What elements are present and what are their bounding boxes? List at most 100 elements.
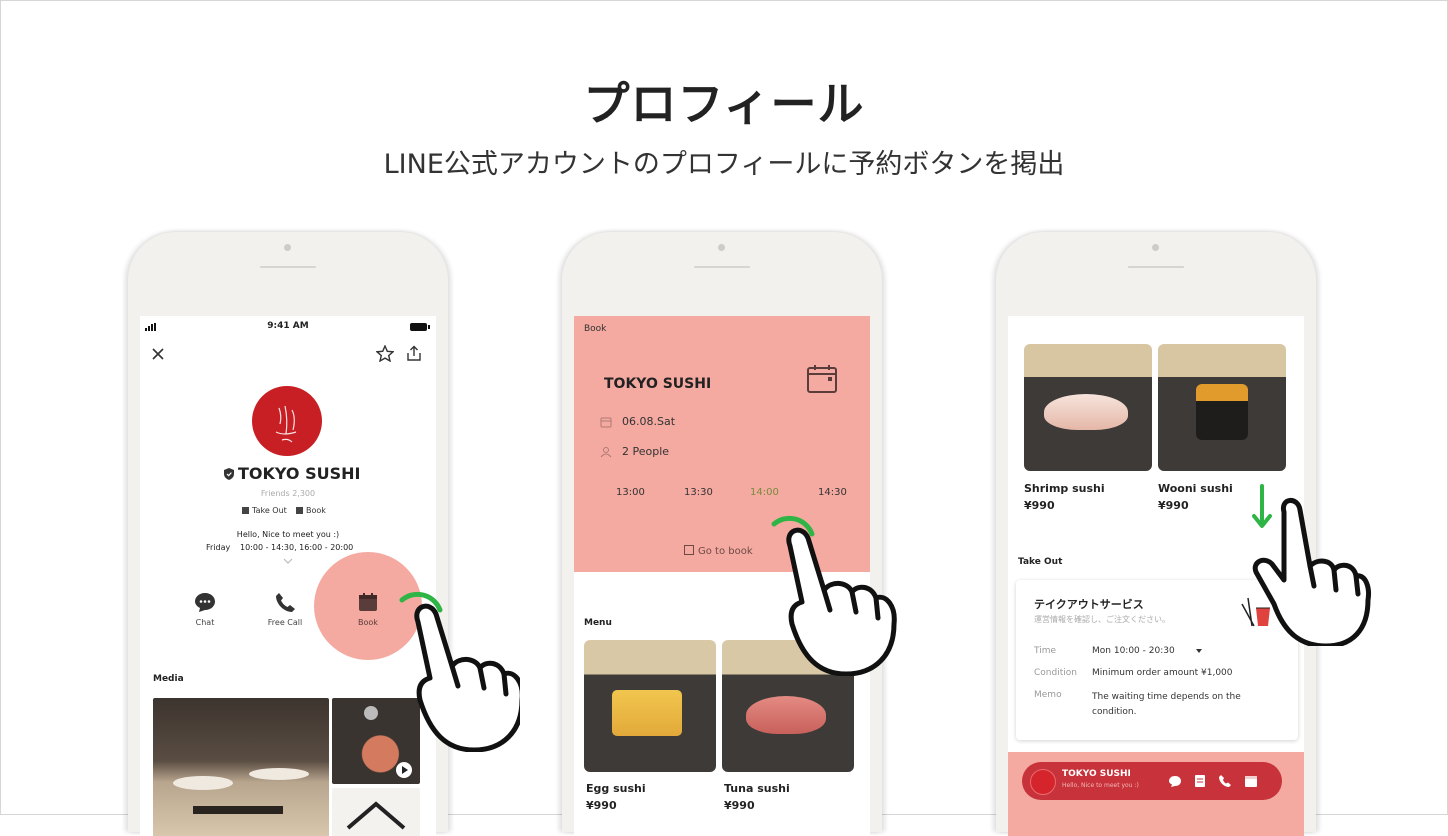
roof-logo	[346, 801, 406, 830]
row-memo-value: The waiting time depends on the conditio…	[1092, 692, 1241, 717]
book-button[interactable]: Book	[345, 592, 391, 627]
book-icon	[296, 507, 303, 514]
book-header: Book	[584, 324, 607, 334]
bar-avatar	[1030, 769, 1056, 795]
calendar-icon[interactable]	[1244, 774, 1258, 788]
egg-sushi-piece	[612, 690, 682, 736]
takeout-label: Take Out	[1018, 557, 1063, 567]
free-call-label: Free Call	[267, 618, 303, 627]
friends-count: Friends 2,300	[260, 489, 316, 498]
menu-doc-icon[interactable]	[1194, 774, 1206, 788]
tray	[193, 806, 283, 814]
menu-item-tuna-price: ¥990	[724, 799, 755, 812]
go-to-book-button[interactable]: Go to book	[684, 545, 753, 557]
phone-speaker	[260, 266, 316, 268]
calendar-large-icon	[807, 365, 837, 393]
menu-item-egg-name: Egg sushi	[586, 782, 646, 795]
plate	[173, 776, 233, 790]
row-condition-key: Condition	[1034, 668, 1077, 678]
phone-camera	[1152, 244, 1159, 251]
hours-day: Friday	[206, 543, 231, 552]
menu-item-egg-price: ¥990	[586, 799, 617, 812]
takeout-card-title: テイクアウトサービス	[1034, 598, 1144, 611]
book-label: Book	[358, 618, 378, 627]
star-icon[interactable]	[376, 345, 394, 362]
chat-icon[interactable]	[1168, 775, 1182, 787]
battery-icon	[410, 323, 430, 331]
menu-item-wooni-name: Wooni sushi	[1158, 482, 1233, 495]
time-slot-1400[interactable]: 14:00	[750, 487, 779, 498]
time-slot-1430[interactable]: 14:30	[818, 487, 847, 498]
phone-camera	[284, 244, 291, 251]
calendar-small-icon	[684, 545, 694, 555]
page-subtitle: LINE公式アカウントのプロフィールに予約ボタンを掲出	[383, 149, 1065, 180]
chat-button[interactable]: Chat	[182, 592, 228, 627]
takeout-icon	[242, 507, 249, 514]
verified-shield-icon	[224, 468, 234, 480]
row-memo-key: Memo	[1034, 690, 1062, 700]
menu-item-wooni-price: ¥990	[1158, 499, 1189, 512]
menu-item-shrimp-photo[interactable]	[1024, 344, 1152, 471]
plate	[249, 768, 309, 780]
bar-shop-name: TOKYO SUSHI	[1062, 769, 1131, 779]
phone-speaker	[694, 266, 750, 268]
book-people[interactable]: 2 People	[622, 445, 669, 458]
bottom-panel: TOKYO SUSHI Hello, Nice to meet you :)	[1008, 752, 1304, 836]
lamp	[364, 706, 378, 720]
phone-takeout: Shrimp sushi ¥990 Wooni sushi ¥990 Take …	[996, 232, 1371, 836]
shop-name: TOKYO SUSHI	[238, 464, 361, 483]
free-call-button[interactable]: Free Call	[262, 592, 308, 627]
takeout-card-subtitle: 運営情報を確認し、ご注文ください。	[1034, 615, 1170, 624]
phone-camera	[718, 244, 725, 251]
date-icon	[600, 417, 612, 428]
status-time: 9:41 AM	[267, 321, 309, 331]
swipe-hand-icon	[1252, 498, 1371, 646]
chevron-down-icon[interactable]	[283, 558, 293, 564]
row-time-key: Time	[1034, 646, 1057, 656]
tap-hand-icon	[771, 515, 897, 676]
menu-item-tuna-name: Tuna sushi	[724, 782, 790, 795]
bar-shop-sub: Hello, Nice to meet you :)	[1062, 782, 1139, 789]
avatar	[252, 386, 322, 456]
wooni-sushi-piece	[1196, 384, 1248, 440]
floating-action-bar[interactable]: TOKYO SUSHI Hello, Nice to meet you :)	[1022, 762, 1282, 800]
dropdown-caret-icon[interactable]	[1196, 649, 1202, 653]
page-title: プロフィール	[583, 77, 865, 131]
hours: 10:00 - 14:30, 16:00 - 20:00	[240, 543, 354, 552]
profile-screen: 9:41 AM TOKYO SUSHI Friends 2,300 Take O…	[140, 316, 436, 836]
person-icon	[600, 447, 612, 458]
phone-icon[interactable]	[1218, 774, 1232, 788]
calligraphy-logo	[275, 405, 297, 443]
menu-item-egg-photo[interactable]	[584, 640, 716, 772]
tag-book[interactable]: Book	[296, 506, 326, 515]
book-date[interactable]: 06.08.Sat	[622, 415, 675, 428]
book-shop-name: TOKYO SUSHI	[604, 376, 712, 392]
media-photo-restaurant[interactable]	[153, 698, 329, 836]
menu-label: Menu	[584, 618, 612, 628]
phone-profile: 9:41 AM TOKYO SUSHI Friends 2,300 Take O…	[128, 232, 520, 836]
phone-speaker	[1128, 266, 1184, 268]
chat-icon	[195, 593, 215, 612]
tap-hand-icon	[399, 591, 520, 752]
play-icon	[402, 766, 408, 774]
phone-book: Book TOKYO SUSHI 06.08.Sat 2 People 13:0…	[562, 232, 897, 836]
share-icon[interactable]	[406, 345, 422, 362]
row-condition-value: Minimum order amount ¥1,000	[1092, 668, 1233, 678]
menu-item-wooni-photo[interactable]	[1158, 344, 1286, 471]
shrimp-sushi-piece	[1044, 394, 1128, 430]
greeting: Hello, Nice to meet you :)	[236, 530, 340, 539]
time-slot-1300[interactable]: 13:00	[616, 487, 645, 498]
menu-item-shrimp-price: ¥990	[1024, 499, 1055, 512]
phone-icon	[276, 593, 295, 612]
time-slot-1330[interactable]: 13:30	[684, 487, 713, 498]
row-time-value: Mon 10:00 - 20:30	[1092, 646, 1175, 656]
play-button[interactable]	[396, 762, 412, 778]
calendar-icon	[359, 593, 377, 611]
close-icon[interactable]	[152, 348, 164, 360]
chat-label: Chat	[195, 618, 215, 627]
tag-takeout[interactable]: Take Out	[242, 506, 287, 515]
media-label: Media	[153, 674, 184, 684]
menu-item-shrimp-name: Shrimp sushi	[1024, 482, 1105, 495]
media-photo-logo[interactable]	[332, 788, 420, 836]
tuna-sushi-piece	[746, 696, 826, 734]
